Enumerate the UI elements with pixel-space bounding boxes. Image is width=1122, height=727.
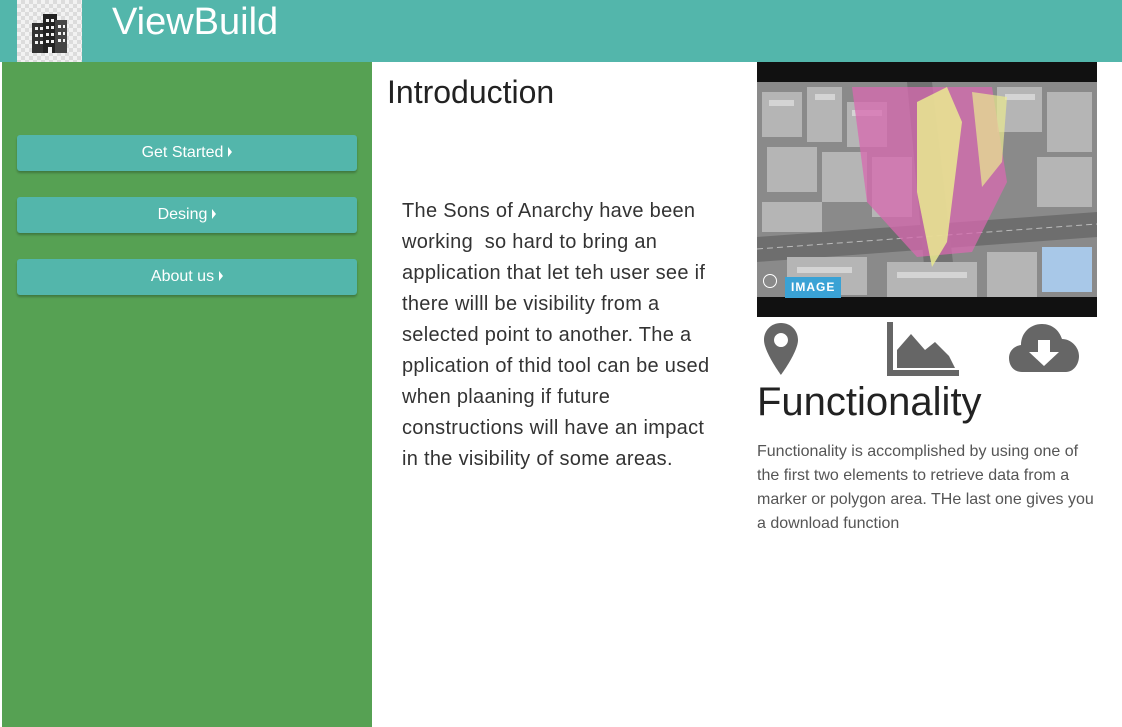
cloud-download-icon[interactable] xyxy=(1008,320,1080,374)
caret-right-icon xyxy=(228,147,233,157)
functionality-text: Functionality is accomplished by using o… xyxy=(757,443,1094,532)
functionality-title: Functionality xyxy=(757,380,982,424)
get-started-button[interactable]: Get Started xyxy=(17,135,357,171)
image-badge: IMAGE xyxy=(785,277,842,298)
caret-right-icon xyxy=(212,209,217,219)
design-label: Desing xyxy=(157,206,208,223)
map-marker-icon[interactable] xyxy=(762,321,800,377)
building-icon xyxy=(32,14,67,53)
get-started-label: Get Started xyxy=(141,144,224,161)
design-button[interactable]: Desing xyxy=(17,197,357,233)
loading-spinner-icon xyxy=(763,274,777,288)
app-header: ViewBuild xyxy=(0,0,1122,62)
about-us-button[interactable]: About us xyxy=(17,259,357,295)
about-us-label: About us xyxy=(150,268,215,285)
app-logo[interactable] xyxy=(17,0,82,62)
area-chart-icon[interactable] xyxy=(885,320,961,378)
intro-text: The Sons of Anarchy have been working so… xyxy=(402,200,716,470)
intro-title: Introduction xyxy=(387,74,555,110)
caret-right-icon xyxy=(219,271,224,281)
sidebar: Get Started Desing About us xyxy=(2,62,372,727)
app-title: ViewBuild xyxy=(112,1,279,43)
